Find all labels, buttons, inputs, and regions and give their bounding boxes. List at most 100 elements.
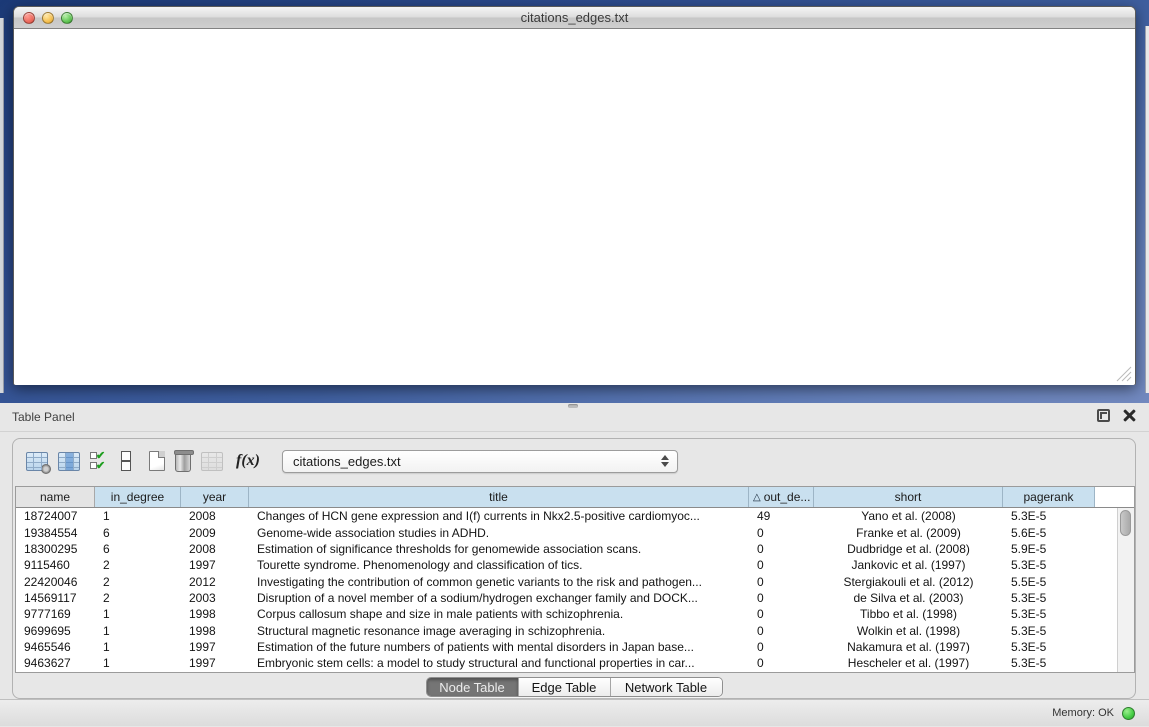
cell-year: 1997 [181,656,249,670]
scrollbar-thumb[interactable] [1120,510,1131,536]
table-row[interactable]: 1938455462009Genome-wide association stu… [16,524,1117,540]
cell-out_degree: 0 [749,526,814,540]
table-row[interactable]: 1830029562008Estimation of significance … [16,541,1117,557]
window-title: citations_edges.txt [14,10,1135,25]
network-canvas[interactable] [14,29,1135,385]
sort-ascending-icon: △ [753,492,761,503]
table-toolbar: ✔ ✔ f(x) citations_edges.txt [13,439,1135,483]
cell-pagerank: 5.3E-5 [1003,624,1095,638]
column-label: pagerank [1023,490,1073,504]
cell-title: Genome-wide association studies in ADHD. [249,526,749,540]
cell-title: Estimation of significance thresholds fo… [249,542,749,556]
new-column-icon[interactable] [149,451,165,471]
network-graph[interactable] [14,29,1135,385]
float-window-icon[interactable] [1097,409,1110,422]
cell-year: 2012 [181,575,249,589]
network-view-window: citations_edges.txt [13,6,1136,385]
combo-stepper-icon [658,451,672,472]
cell-out_degree: 49 [749,509,814,523]
column-label: year [203,490,226,504]
cell-out_degree: 0 [749,542,814,556]
tab-node-table[interactable]: Node Table [427,678,519,696]
cell-short: Franke et al. (2009) [814,526,1003,540]
cell-in_degree: 2 [95,591,181,605]
cell-out_degree: 0 [749,624,814,638]
cell-name: 9777169 [16,607,95,621]
cell-name: 9465546 [16,640,95,654]
column-header-in_degree[interactable]: in_degree [95,487,181,507]
cell-pagerank: 5.5E-5 [1003,575,1095,589]
cell-short: Dudbridge et al. (2008) [814,542,1003,556]
cell-out_degree: 0 [749,575,814,589]
column-label: in_degree [111,490,164,504]
table-row[interactable]: 969969511998Structural magnetic resonanc… [16,622,1117,638]
cell-name: 22420046 [16,575,95,589]
cell-title: Corpus callosum shape and size in male p… [249,607,749,621]
column-header-pagerank[interactable]: pagerank [1003,487,1095,507]
column-label: name [40,490,70,504]
table-row[interactable]: 1456911722003Disruption of a novel membe… [16,590,1117,606]
cell-year: 2009 [181,526,249,540]
table-panel-header: Table Panel [0,403,1149,432]
cell-name: 9115460 [16,558,95,572]
column-header-name[interactable]: name [16,487,95,507]
column-label: out_de... [764,490,811,504]
background-window-edge-right [1145,26,1149,393]
table-row[interactable]: 2242004622012Investigating the contribut… [16,573,1117,589]
network-desktop: citations_edges.txt [0,0,1149,403]
cell-in_degree: 2 [95,558,181,572]
cell-year: 1998 [181,624,249,638]
delete-column-icon[interactable] [175,450,191,472]
table-row[interactable]: 1872400712008Changes of HCN gene express… [16,508,1117,524]
cell-in_degree: 1 [95,509,181,523]
cell-pagerank: 5.3E-5 [1003,591,1095,605]
tab-edge-table[interactable]: Edge Table [519,678,611,696]
cell-short: Jankovic et al. (1997) [814,558,1003,572]
cell-short: Wolkin et al. (1998) [814,624,1003,638]
cell-in_degree: 1 [95,607,181,621]
table-scrollbar[interactable] [1117,508,1134,672]
cell-short: Stergiakouli et al. (2012) [814,575,1003,589]
cell-pagerank: 5.3E-5 [1003,509,1095,523]
clear-selection-icon[interactable] [120,451,130,471]
table-row[interactable]: 977716911998Corpus callosum shape and si… [16,606,1117,622]
window-titlebar[interactable]: citations_edges.txt [14,7,1135,29]
cell-year: 1997 [181,640,249,654]
cell-year: 2003 [181,591,249,605]
cell-title: Embryonic stem cells: a model to study s… [249,656,749,670]
column-header-out_degree[interactable]: △out_de... [749,487,814,507]
cell-out_degree: 0 [749,591,814,605]
panel-drag-handle[interactable] [568,404,578,408]
table-row[interactable]: 946554611997Estimation of the future num… [16,639,1117,655]
column-label: short [895,490,922,504]
cell-in_degree: 2 [95,575,181,589]
delete-table-icon [201,452,223,471]
cell-name: 14569117 [16,591,95,605]
cell-year: 2008 [181,542,249,556]
column-header-short[interactable]: short [814,487,1003,507]
table-row[interactable]: 946362711997Embryonic stem cells: a mode… [16,655,1117,671]
memory-status-label: Memory: OK [1052,707,1114,719]
cell-in_degree: 6 [95,526,181,540]
cell-out_degree: 0 [749,607,814,621]
cell-name: 18300295 [16,542,95,556]
cell-year: 1998 [181,607,249,621]
cell-name: 9699695 [16,624,95,638]
table-mode-icon[interactable] [26,452,48,471]
table-row[interactable]: 911546021997Tourette syndrome. Phenomeno… [16,557,1117,573]
cell-pagerank: 5.3E-5 [1003,607,1095,621]
resize-grip-icon[interactable] [1115,365,1133,383]
close-panel-icon[interactable] [1122,409,1135,422]
cell-in_degree: 1 [95,656,181,670]
table-selector-combo[interactable]: citations_edges.txt [282,450,678,473]
cell-pagerank: 5.3E-5 [1003,640,1095,654]
column-header-year[interactable]: year [181,487,249,507]
show-columns-icon[interactable] [58,452,80,471]
cell-title: Tourette syndrome. Phenomenology and cla… [249,558,749,572]
select-all-icon[interactable]: ✔ ✔ [90,451,110,471]
tab-network-table[interactable]: Network Table [611,678,722,696]
cell-short: Tibbo et al. (1998) [814,607,1003,621]
function-builder-icon[interactable]: f(x) [236,452,260,470]
table-rows: 1872400712008Changes of HCN gene express… [16,508,1117,672]
column-header-title[interactable]: title [249,487,749,507]
